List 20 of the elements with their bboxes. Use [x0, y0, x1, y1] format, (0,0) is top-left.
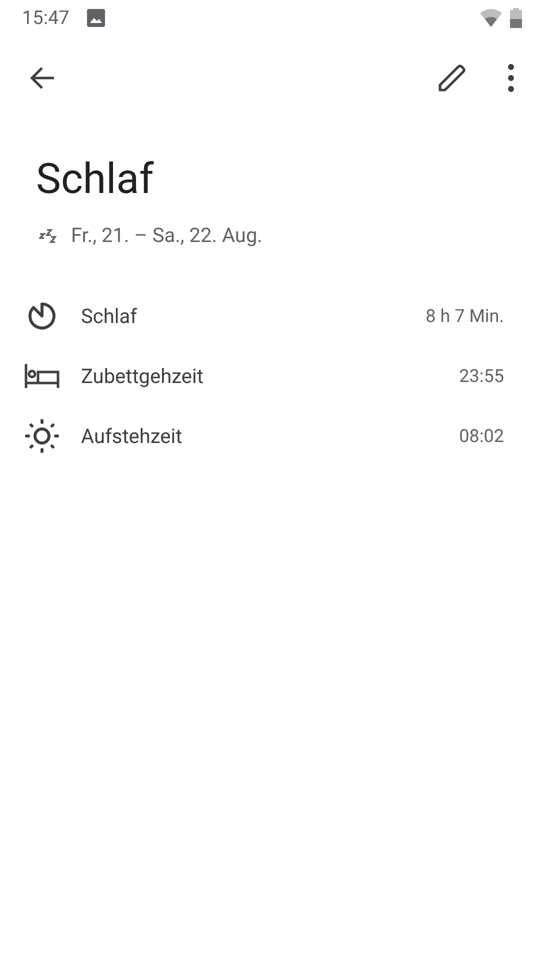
- detail-value: 08:02: [459, 424, 504, 448]
- battery-icon: [510, 8, 522, 28]
- status-time: 15:47: [22, 4, 70, 31]
- back-arrow-icon: [29, 66, 55, 90]
- more-button[interactable]: [507, 64, 515, 92]
- page-title: Schlaf: [36, 156, 155, 204]
- detail-label: Schlaf: [81, 303, 138, 330]
- detail-value: 23:55: [459, 364, 504, 388]
- edit-button[interactable]: [437, 63, 467, 93]
- zzz-icon: [39, 226, 57, 244]
- timer-icon: [26, 300, 58, 332]
- sun-icon: [25, 419, 59, 453]
- pencil-icon: [438, 64, 466, 92]
- wifi-icon: [480, 9, 502, 27]
- bed-icon: [24, 364, 60, 388]
- detail-value: 8 h 7 Min.: [426, 304, 504, 328]
- image-icon: [87, 9, 106, 27]
- detail-label: Aufstehzeit: [81, 423, 182, 450]
- date-range: Fr., 21. – Sa., 22. Aug.: [71, 222, 262, 249]
- detail-label: Zubettgehzeit: [81, 363, 204, 390]
